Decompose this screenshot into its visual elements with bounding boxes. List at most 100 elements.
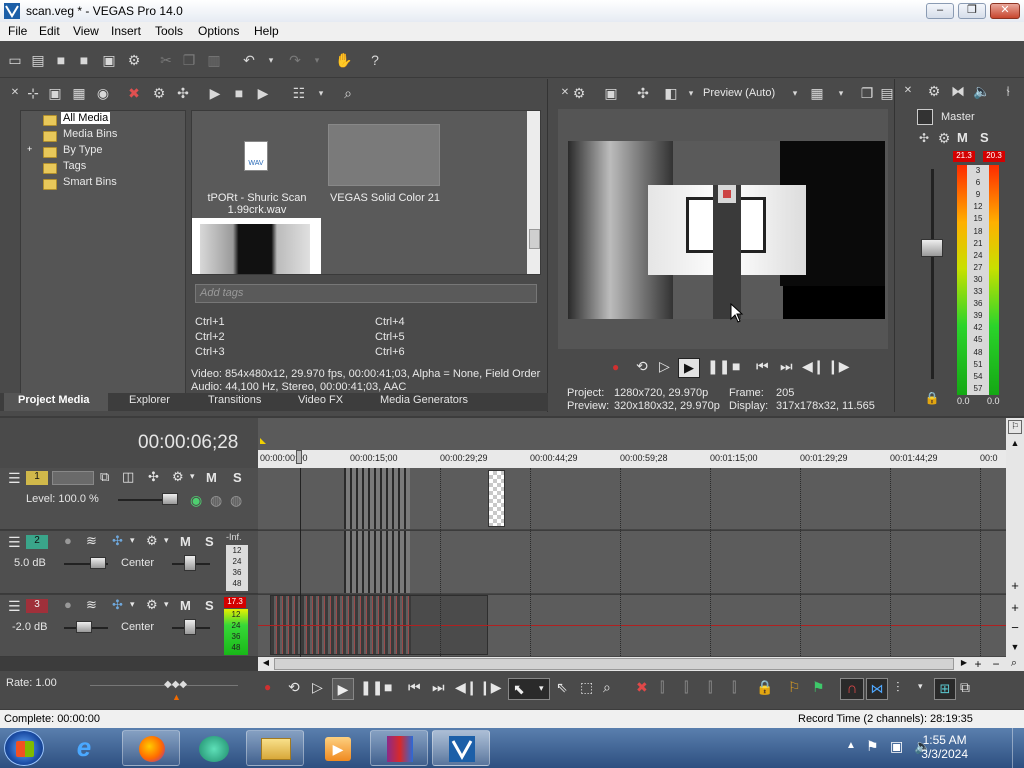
edit-tool-dropdown-icon[interactable]: ▾	[539, 683, 544, 694]
tree-item-tags[interactable]: Tags	[63, 160, 86, 172]
track-lane-1[interactable]	[258, 468, 1006, 530]
maximize-button[interactable]: ❐	[958, 3, 986, 19]
play-from-start-icon[interactable]: ▷	[312, 679, 323, 696]
track-1-solo-button[interactable]: S	[233, 470, 242, 485]
master-properties-icon[interactable]: ⚙	[925, 82, 943, 100]
master-peak-left[interactable]: 21.3	[953, 151, 975, 162]
pan-slider-handle[interactable]	[184, 555, 196, 571]
menu-tools[interactable]: Tools	[155, 24, 183, 38]
master-close-icon[interactable]: ✕	[899, 82, 917, 100]
track-envelope-icon[interactable]: ≋	[86, 597, 97, 613]
tray-expand-icon[interactable]: ▲	[846, 740, 856, 751]
remove-media-icon[interactable]: ✖	[125, 84, 143, 102]
overlays-grid-icon[interactable]: ▦	[808, 84, 826, 102]
video-thumbnail-selected[interactable]	[192, 218, 321, 274]
track-fx-icon[interactable]: ✣	[148, 469, 159, 485]
solid-color-event[interactable]	[488, 470, 505, 527]
timeline-marker-icon[interactable]: ⚐	[1008, 420, 1022, 434]
auto-crossfade-button[interactable]: ⋈	[866, 678, 888, 700]
properties-gear-icon[interactable]: ⚙	[125, 51, 143, 69]
master-settings-icon[interactable]: ⫮	[999, 82, 1017, 100]
master-bus-toggle[interactable]	[917, 109, 933, 125]
tag-shortcut-5[interactable]: Ctrl+5	[375, 331, 405, 343]
taskbar-media-player[interactable]: ▶	[308, 730, 366, 766]
stop-icon[interactable]: ■	[384, 679, 392, 695]
master-fx-icon[interactable]: ✣	[915, 129, 933, 147]
preview-end-icon[interactable]: ⏭	[780, 358, 793, 375]
track-fx-dropdown-icon[interactable]: ▾	[130, 535, 135, 546]
tree-item-smart-bins[interactable]: Smart Bins	[63, 176, 117, 188]
track-height-minus-icon[interactable]: −	[1009, 620, 1021, 635]
zoom-magnifier-icon[interactable]: ⌕	[1008, 657, 1020, 670]
arm-record-icon[interactable]: ●	[64, 533, 72, 548]
render-icon[interactable]: ▣	[100, 51, 118, 69]
track-collapse-icon[interactable]: ☰	[8, 470, 21, 487]
master-bus-fx-gear-icon[interactable]: ⚙	[935, 129, 953, 147]
horizontal-scroll-thumb[interactable]	[274, 658, 954, 670]
track-collapse-icon[interactable]: ☰	[8, 598, 21, 615]
auto-preview-icon[interactable]: ▶	[254, 84, 272, 102]
track-height-plus-icon[interactable]: +	[1009, 578, 1021, 593]
tab-explorer[interactable]: Explorer	[129, 394, 170, 406]
views-icon[interactable]: ☷	[290, 84, 308, 102]
trim-start-icon[interactable]: ⫿	[684, 679, 688, 696]
insert-region-icon[interactable]: ⚑	[812, 679, 825, 696]
media-tools-icon[interactable]: ⊹	[24, 84, 42, 102]
zoom-tool-icon[interactable]: ⌕	[603, 679, 611, 696]
trim-end-icon[interactable]: ⫿	[708, 679, 712, 696]
lock-envelopes-button[interactable]: ⊞	[934, 678, 956, 700]
video-frame[interactable]	[568, 141, 885, 319]
tag-shortcut-2[interactable]: Ctrl+2	[195, 331, 225, 343]
redo-icon[interactable]: ↷	[286, 51, 304, 69]
copy-snapshot-icon[interactable]: ❐	[858, 84, 876, 102]
close-button[interactable]: ✕	[990, 3, 1020, 19]
tag-shortcut-6[interactable]: Ctrl+6	[375, 346, 405, 358]
track-collapse-icon[interactable]: ☰	[8, 534, 21, 551]
ripple-dropdown-icon[interactable]: ▾	[918, 681, 923, 692]
zoom-in-icon[interactable]: +	[972, 657, 984, 671]
add-tags-input[interactable]: Add tags	[195, 284, 537, 303]
media-properties-icon[interactable]: ✣	[174, 84, 192, 102]
scroll-up-icon[interactable]: ▲	[1009, 438, 1021, 450]
level-slider-handle[interactable]	[162, 493, 178, 505]
solid-color-thumbnail[interactable]	[328, 124, 440, 186]
track-header-1[interactable]: ☰ 1 ⧉ ◫ ✣ ⚙ ▾ M S Level: 100.0 % ◉ ◍ ◍	[0, 468, 258, 530]
prev-frame-icon[interactable]: ◀❙	[455, 679, 478, 696]
master-mute-button[interactable]: M	[957, 130, 968, 145]
child-composite-icon[interactable]: ◍	[230, 492, 242, 509]
tag-shortcut-3[interactable]: Ctrl+3	[195, 346, 225, 358]
lock-event-icon[interactable]: 🔒	[756, 679, 773, 696]
show-desktop-button[interactable]	[1012, 728, 1024, 768]
timecode-display[interactable]: 00:00:06;28	[138, 432, 238, 454]
copy-icon[interactable]: ❐	[180, 51, 198, 69]
master-solo-button[interactable]: S	[980, 130, 989, 145]
parent-composite-icon[interactable]: ◍	[210, 492, 222, 509]
taskbar-explorer[interactable]	[246, 730, 304, 766]
go-to-end-icon[interactable]: ⏭	[432, 679, 445, 696]
track-motion-icon[interactable]: ⧉	[100, 469, 109, 485]
track-3-solo-button[interactable]: S	[205, 598, 214, 613]
open-file-icon[interactable]: ▤	[29, 51, 47, 69]
tab-video-fx[interactable]: Video FX	[298, 394, 343, 406]
paste-icon[interactable]: ▥	[205, 51, 223, 69]
track-2-mute-button[interactable]: M	[180, 534, 191, 549]
tag-shortcut-4[interactable]: Ctrl+4	[375, 316, 405, 328]
track-1-mute-button[interactable]: M	[206, 470, 217, 485]
scroll-down-icon[interactable]: ▼	[1009, 642, 1021, 654]
arm-record-icon[interactable]: ●	[64, 597, 72, 612]
tab-media-generators[interactable]: Media Generators	[380, 394, 468, 406]
master-peak-right[interactable]: 20.3	[983, 151, 1005, 162]
track-lane-3[interactable]	[258, 595, 1006, 657]
snapping-magnet-button[interactable]: ∩	[840, 678, 864, 700]
track-lane-2[interactable]	[258, 531, 1006, 594]
compositing-mode-icon[interactable]: ◉	[190, 492, 202, 509]
track-2-solo-button[interactable]: S	[205, 534, 214, 549]
track-number-2[interactable]: 2	[26, 535, 48, 549]
play-button[interactable]: ▶	[332, 678, 354, 700]
video-event-clip[interactable]	[344, 468, 410, 529]
taskbar-firefox[interactable]	[122, 730, 180, 766]
media-fx-icon[interactable]: ⚙	[150, 84, 168, 102]
audio-event-clip[interactable]	[344, 531, 410, 593]
tab-project-media[interactable]: Project Media	[18, 394, 90, 406]
master-fader-handle[interactable]	[921, 239, 943, 257]
